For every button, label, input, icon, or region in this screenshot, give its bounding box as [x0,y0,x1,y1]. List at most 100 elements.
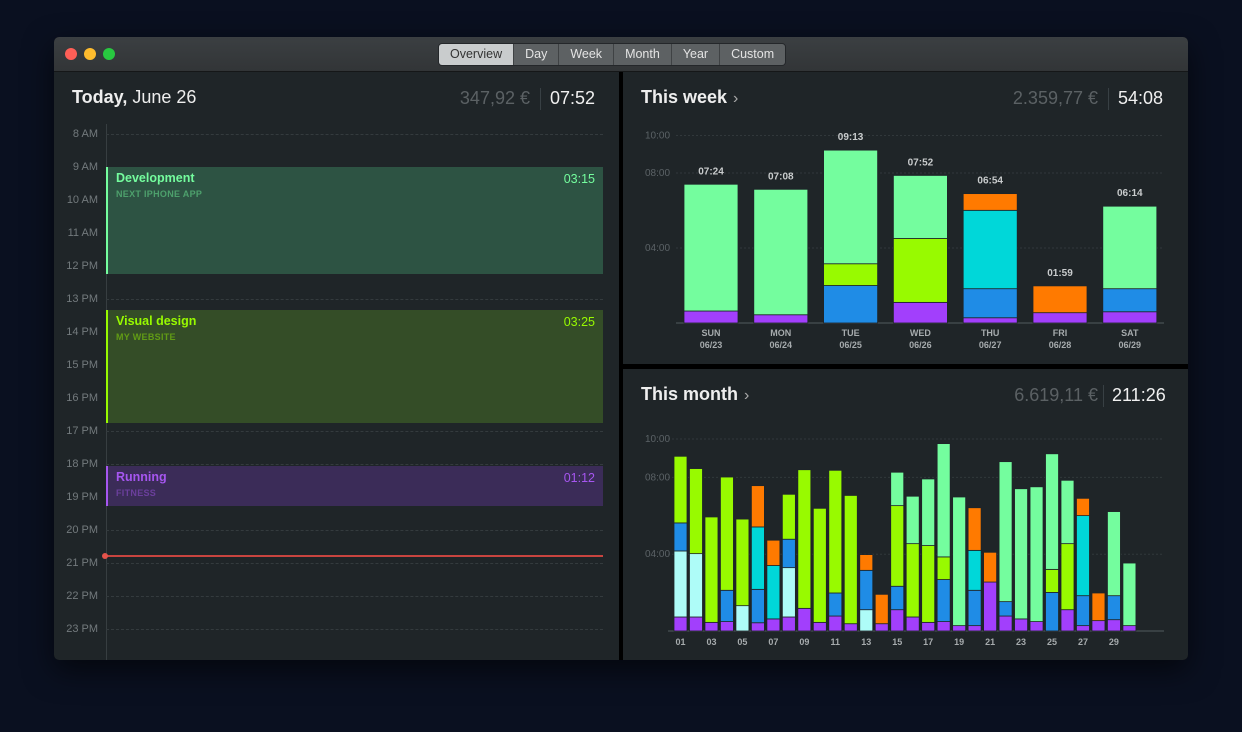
bar-segment-blue [1102,288,1158,313]
x-tick-date: 06/25 [839,340,862,350]
bar-segment-purple [781,616,796,632]
bar-segment-purple [983,581,998,632]
bar-segment-purple [1107,619,1121,632]
time-entry[interactable]: Development NEXT IPHONE APP 03:15 [106,167,603,275]
bar-segment-mint [1102,205,1158,290]
hour-gridline [106,530,603,531]
bar-segment-lime [673,455,688,524]
x-tick-label: 27 [1078,637,1088,647]
hour-gridline [106,596,603,597]
x-tick-label: 19 [954,637,964,647]
today-title: Today, June 26 [72,87,196,108]
bar-segment-blue [1045,592,1059,632]
tab-custom[interactable]: Custom [719,44,786,65]
tab-week[interactable]: Week [558,44,614,65]
hour-label: 10 AM [66,194,98,206]
bar-segment-lime [812,507,827,623]
x-tick-label: 17 [923,637,933,647]
bar-total-label: 06:14 [1117,188,1143,199]
bar-segment-purple [673,616,688,632]
bar-total-label: 01:59 [1047,268,1073,279]
time-entry[interactable]: Running FITNESS 01:12 [106,466,603,506]
today-duration: 07:52 [550,88,596,108]
bar-segment-purple [1102,311,1158,324]
bar-segment-purple [720,621,734,632]
x-tick-day: THU [981,328,1000,338]
entry-duration: 03:25 [563,314,595,329]
bar-segment-orange [859,554,874,571]
week-panel: This week › 2.359,77 € 54:08 04:00 08:00 10… [623,72,1188,364]
bar-segment-purple [874,623,889,632]
hour-label: 21 PM [66,557,98,569]
bar-segment-purple [753,314,809,324]
hour-label: 23 PM [66,623,98,635]
bar-segment-purple [936,621,951,632]
hour-label: 20 PM [66,524,98,536]
x-tick-day: MON [770,328,791,338]
time-entry[interactable]: Visual design MY WEBSITE 03:25 [106,309,603,423]
bar-segment-lightcyan [673,550,688,618]
x-tick-day: SUN [701,328,720,338]
bar-segment-purple [766,618,781,632]
bar-segment-blue [936,579,951,622]
x-tick-day: FRI [1053,328,1068,338]
x-tick-label: 11 [831,637,841,647]
bar-segment-lightcyan [859,609,874,632]
hour-label: 11 AM [67,227,98,239]
bar-segment-purple [812,621,827,632]
tab-month[interactable]: Month [613,44,671,65]
y-tick-label: 08:00 [645,472,670,483]
bar-segment-purple [1076,625,1090,632]
bar-segment-lime [828,469,843,594]
tab-year[interactable]: Year [670,44,720,65]
bar-segment-mint [753,188,809,316]
bar-segment-cyan [766,565,781,620]
x-tick-date: 06/27 [979,340,1002,350]
x-tick-day: WED [910,328,931,338]
bar-segment-mint [952,496,967,627]
bar-segment-mint [1045,453,1059,570]
entry-project: FITNESS [116,488,157,499]
bar-segment-mint [823,149,879,265]
bar-total-label: 07:24 [698,166,724,177]
bar-segment-lime [781,493,796,540]
bar-segment-cyan [1076,515,1090,597]
zoom-window-button[interactable] [103,48,115,60]
bar-segment-mint [683,183,739,312]
bar-segment-mint [892,175,948,239]
bar-segment-blue [720,589,734,622]
bar-segment-cyan [750,526,765,590]
x-tick-day: SAT [1121,328,1139,338]
app-window: Overview Day Week Month Year Custom Toda… [54,37,1188,660]
x-tick-label: 21 [985,637,995,647]
bar-segment-blue [890,585,905,611]
entry-name: Development [116,171,195,185]
y-tick-label: 04:00 [645,243,670,254]
tab-day[interactable]: Day [513,44,559,65]
entry-duration: 03:15 [563,172,595,186]
x-tick-label: 09 [799,637,809,647]
today-label: Today, [72,87,128,107]
x-tick-date: 06/24 [770,340,793,350]
bar-segment-purple [750,622,765,632]
bar-segment-orange [983,551,998,583]
bar-segment-lime [720,476,734,591]
bar-segment-lime [843,495,858,625]
bar-segment-orange [766,539,781,566]
tab-overview[interactable]: Overview [439,44,514,65]
entry-duration: 01:12 [563,471,595,486]
x-tick-label: 25 [1047,637,1057,647]
x-tick-label: 15 [892,637,902,647]
view-segmented-control: Overview Day Week Month Year Custom [438,43,787,66]
minimize-window-button[interactable] [84,48,96,60]
close-window-button[interactable] [65,48,77,60]
bar-segment-blue [859,569,874,611]
x-tick-label: 13 [861,637,871,647]
bar-segment-mint [1014,488,1028,620]
bar-segment-orange [1032,285,1088,314]
bar-segment-blue [781,538,796,569]
today-panel: Today, June 26 347,92 € 07:52 8 AM 9 AM 10… [54,72,619,660]
bar-segment-lime [689,468,703,555]
divider [540,88,541,110]
bar-segment-purple [843,623,858,632]
